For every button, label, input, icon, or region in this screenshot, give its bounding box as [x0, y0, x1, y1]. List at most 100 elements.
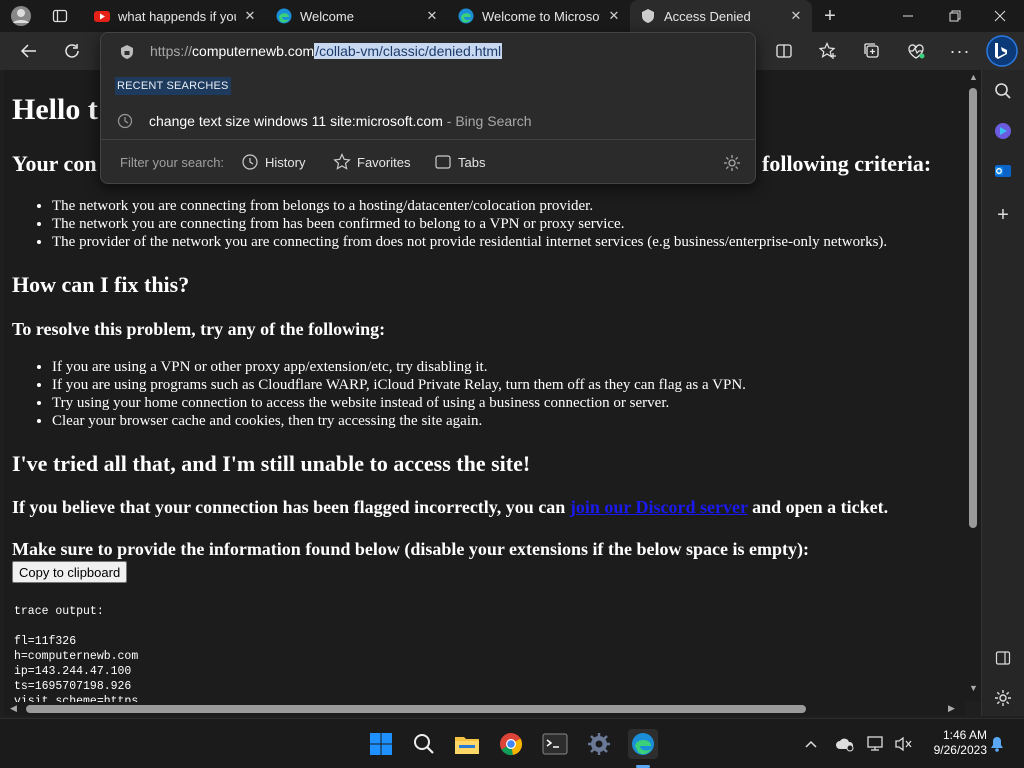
tab-title: Welcome [300, 8, 354, 24]
tab-access-denied[interactable]: Access Denied ✕ [630, 0, 812, 32]
scroll-down-icon[interactable]: ▼ [969, 683, 978, 693]
history-icon [241, 153, 259, 171]
scroll-up-icon[interactable]: ▲ [969, 72, 978, 82]
url-text[interactable]: https://computernewb.com/collab-vm/class… [150, 43, 503, 59]
flagged-paragraph: If you believe that your connection has … [12, 497, 888, 518]
clock-time: 1:46 AM [942, 728, 987, 742]
horizontal-scroll-thumb[interactable] [26, 705, 806, 713]
address-bar[interactable]: https://computernewb.com/collab-vm/class… [101, 33, 755, 71]
page-heading: Hello t [12, 93, 98, 126]
edge-icon[interactable] [628, 729, 658, 759]
close-icon[interactable]: ✕ [242, 8, 258, 24]
criteria-heading-left: Your con [12, 151, 97, 176]
search-icon[interactable] [992, 80, 1014, 102]
fix-heading: How can I fix this? [12, 272, 190, 297]
scroll-left-icon[interactable]: ◀ [10, 703, 17, 714]
filter-favorites-label: Favorites [357, 154, 411, 170]
more-options-icon[interactable]: ··· [945, 36, 975, 66]
criteria-heading-right: following criteria: [762, 151, 932, 176]
filter-favorites[interactable]: Favorites [333, 153, 410, 171]
browser-essentials-icon[interactable] [901, 36, 931, 66]
recent-searches-label: RECENT SEARCHES [115, 77, 231, 95]
list-item: If you are using programs such as Cloudf… [52, 376, 746, 394]
close-icon[interactable]: ✕ [788, 8, 804, 24]
gear-icon[interactable] [723, 154, 741, 172]
close-window-icon[interactable] [988, 8, 1012, 24]
collections-icon[interactable] [857, 36, 887, 66]
list-item: The network you are connecting from belo… [52, 197, 887, 215]
notification-bell-icon[interactable] [988, 735, 1006, 753]
edge-icon [276, 8, 292, 24]
youtube-icon [94, 8, 110, 24]
split-screen-icon[interactable] [769, 36, 799, 66]
trace-line: ip=143.244.47.100 [14, 665, 132, 678]
star-icon [333, 153, 351, 171]
system-clock[interactable]: 1:46 AM 9/26/2023 [921, 728, 987, 758]
chevron-up-icon[interactable] [803, 736, 819, 752]
trace-line: h=computernewb.com [14, 650, 139, 663]
url-protocol: https:// [150, 43, 193, 59]
filter-history[interactable]: History [241, 153, 305, 171]
back-icon[interactable] [14, 36, 44, 66]
favorites-icon[interactable] [813, 36, 843, 66]
search-icon[interactable] [409, 729, 439, 759]
refresh-icon[interactable] [57, 36, 87, 66]
copy-to-clipboard-button[interactable]: Copy to clipboard [12, 561, 128, 583]
recent-search-item[interactable]: change text size windows 11 site:microso… [101, 105, 755, 137]
profile-avatar-icon[interactable] [10, 5, 32, 27]
horizontal-scrollbar[interactable]: ◀ ▶ [4, 702, 965, 716]
tabs-icon [434, 153, 452, 171]
tab-actions-icon[interactable] [52, 8, 68, 24]
edge-sidebar: + [981, 70, 1024, 716]
tab-title: Access Denied [664, 8, 751, 24]
restore-icon[interactable] [943, 8, 967, 24]
onedrive-icon[interactable] [835, 735, 855, 753]
discord-link[interactable]: join our Discord server [570, 497, 748, 517]
network-icon[interactable] [866, 735, 886, 753]
resolve-heading: To resolve this problem, try any of the … [12, 319, 386, 339]
volume-muted-icon[interactable] [893, 735, 913, 753]
trace-line: visit_scheme=https [14, 695, 139, 702]
criteria-list: The network you are connecting from belo… [52, 197, 887, 251]
tried-heading: I've tried all that, and I'm still unabl… [12, 451, 531, 476]
close-icon[interactable]: ✕ [424, 8, 440, 24]
close-icon[interactable]: ✕ [606, 8, 622, 24]
tab-welcome-microsoft[interactable]: Welcome to Microsoft ✕ [448, 0, 630, 32]
tab-strip: what happends if you ✕ Welcome ✕ Welcome… [0, 0, 1024, 32]
add-icon[interactable]: + [992, 204, 1014, 226]
tab-youtube[interactable]: what happends if you ✕ [84, 0, 266, 32]
settings-icon[interactable] [584, 729, 614, 759]
sidebar-toggle-icon[interactable] [992, 647, 1014, 669]
vertical-scrollbar[interactable]: ▲ ▼ [965, 70, 981, 702]
filter-tabs[interactable]: Tabs [434, 153, 485, 171]
filter-label: Filter your search: [120, 155, 225, 170]
recent-search-text: change text size windows 11 site:microso… [149, 113, 532, 129]
scroll-right-icon[interactable]: ▶ [948, 703, 955, 714]
tab-title: what happends if you [118, 8, 236, 24]
bing-copilot-icon[interactable] [986, 35, 1018, 67]
flagged-suffix: and open a ticket. [747, 497, 889, 517]
filter-history-label: History [265, 154, 306, 170]
vertical-scroll-thumb[interactable] [969, 88, 977, 528]
list-item: Clear your browser cache and cookies, th… [52, 412, 746, 430]
recent-query: change text size windows 11 site:microso… [149, 113, 443, 129]
windows-taskbar: 1:46 AM 9/26/2023 [0, 718, 1024, 768]
new-tab-icon[interactable]: + [820, 5, 840, 27]
trace-output: trace output: fl=11f326 h=computernewb.co… [14, 604, 138, 702]
trace-line: ts=1695707198.926 [14, 680, 132, 693]
chrome-icon[interactable] [496, 729, 526, 759]
fix-list: If you are using a VPN or other proxy ap… [52, 358, 746, 430]
terminal-icon[interactable] [540, 729, 570, 759]
minimize-icon[interactable] [896, 8, 920, 24]
provide-info-text: Make sure to provide the information fou… [12, 539, 810, 559]
copilot-icon[interactable] [992, 120, 1014, 142]
file-explorer-icon[interactable] [452, 729, 482, 759]
outlook-icon[interactable] [992, 160, 1014, 182]
site-info-icon[interactable] [119, 44, 135, 60]
gear-icon[interactable] [992, 687, 1014, 709]
edge-icon [458, 8, 474, 24]
list-item: The network you are connecting from has … [52, 215, 887, 233]
tab-welcome[interactable]: Welcome ✕ [266, 0, 448, 32]
list-item: If you are using a VPN or other proxy ap… [52, 358, 746, 376]
windows-start-icon[interactable] [366, 729, 396, 759]
